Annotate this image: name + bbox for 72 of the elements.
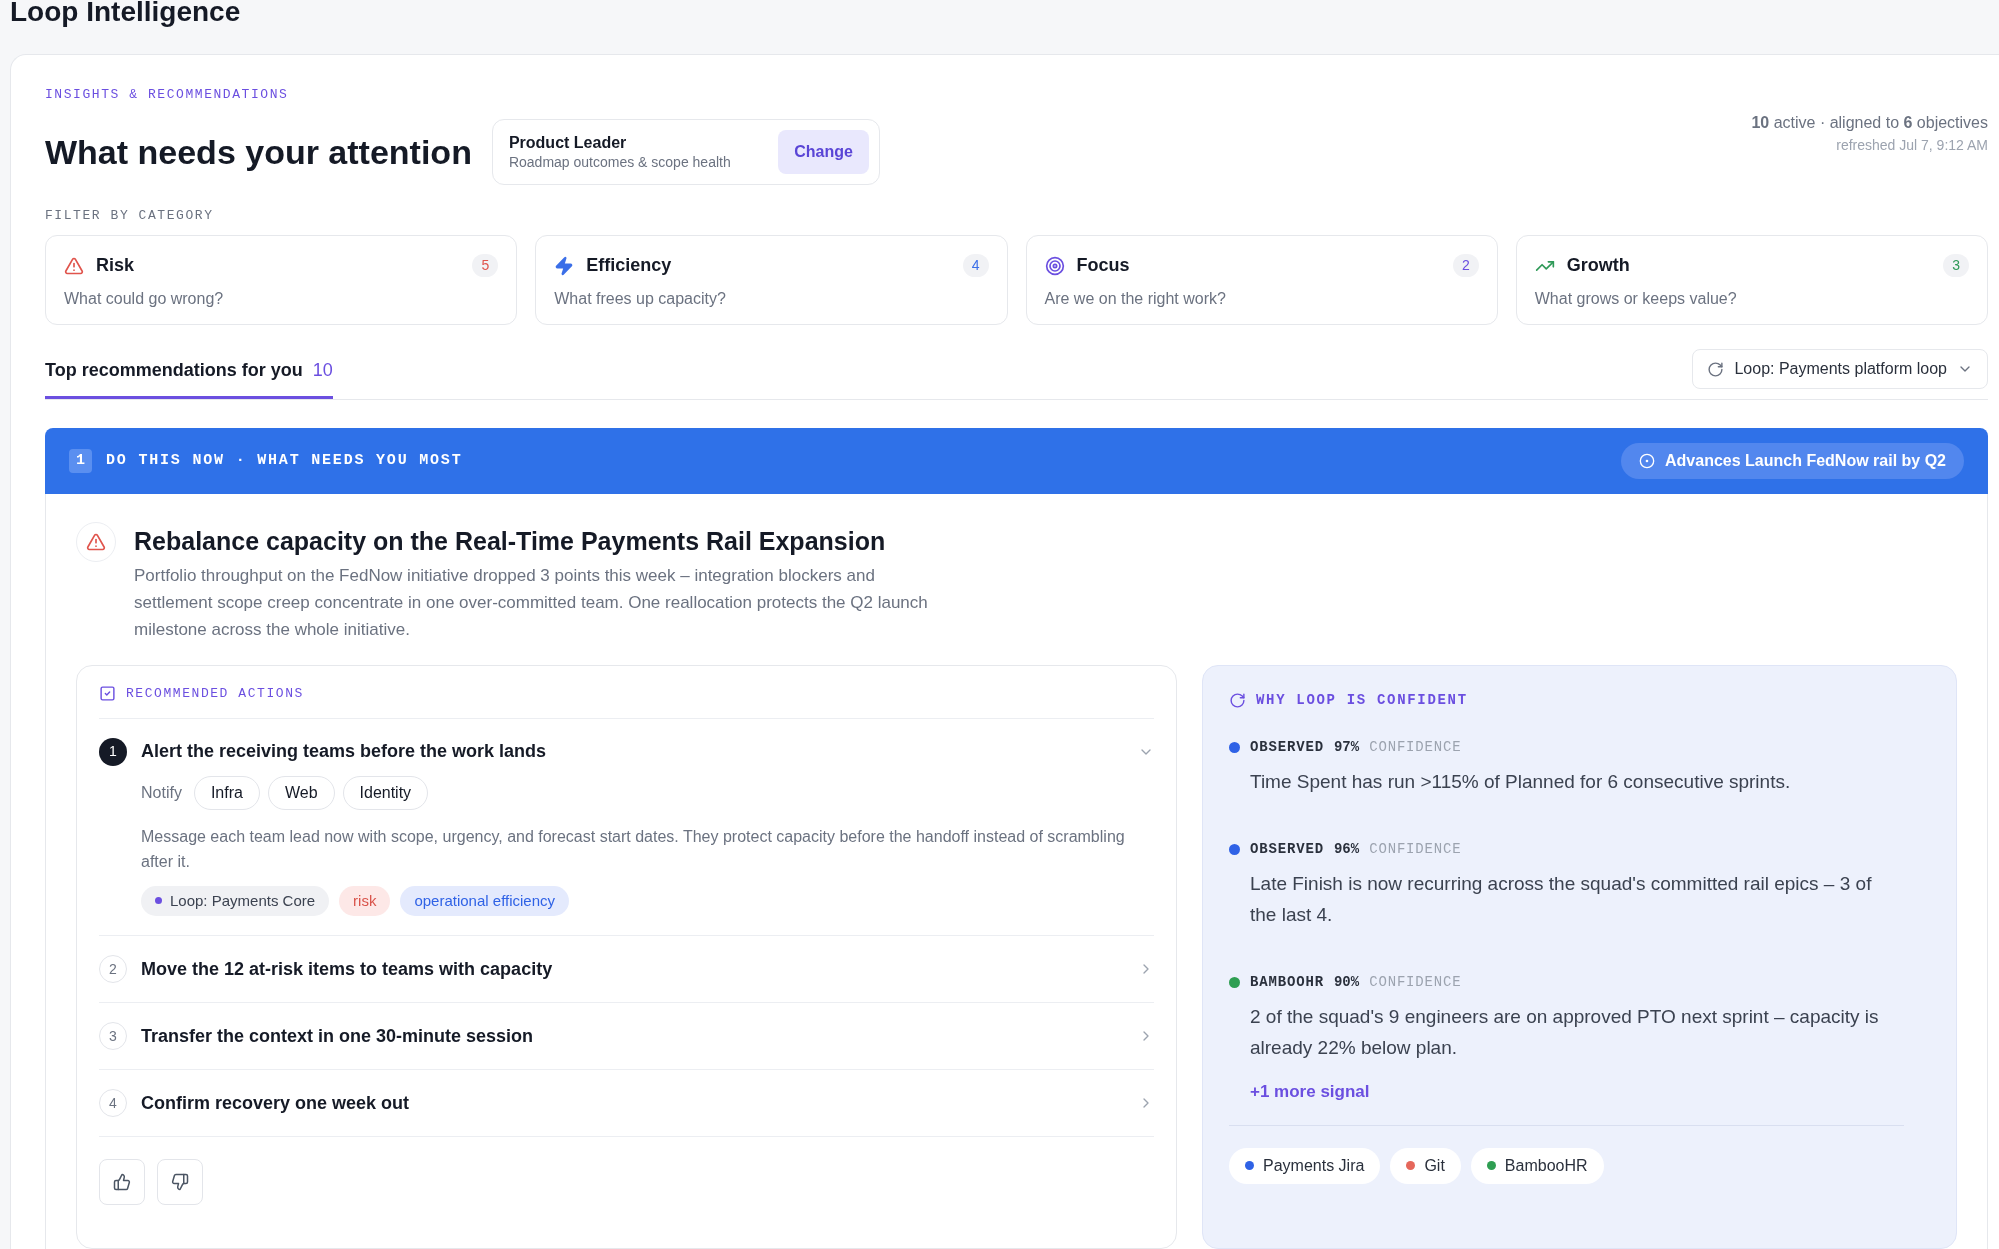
thumbs-down-icon [171, 1173, 189, 1191]
actions-heading: RECOMMENDED ACTIONS [126, 685, 304, 703]
signal-text: Late Finish is now recurring across the squad's committed rail epics – 3 of the last 4. [1249, 872, 1873, 927]
checkbox-icon [99, 685, 116, 703]
category-title: Focus [1076, 254, 1131, 277]
category-card[interactable]: Efficiency 4 What frees up capacity? [535, 235, 1008, 325]
action-title: Move the 12 at-risk items to teams with capacity [141, 957, 554, 981]
category-card[interactable]: Risk 5 What could go wrong? [45, 235, 518, 325]
tag: operational efficiency [400, 885, 570, 916]
refresh-icon [1707, 360, 1725, 378]
change-button[interactable]: Change [778, 130, 869, 174]
action-detail: Message each team lead now with scope, urgency, and forecast start dates. They protect capacity before the handoff instead of scrambling after it. [141, 826, 1126, 872]
more-signals-link[interactable]: +1 more signal [1229, 1079, 1930, 1105]
loop-dropdown[interactable]: Loop: Payments platform loop [1692, 349, 1988, 389]
category-card[interactable]: Growth 3 What grows or keeps value? [1515, 235, 1988, 325]
tag: Loop: Payments Core [141, 885, 330, 916]
thumbs-down-button[interactable] [157, 1159, 203, 1205]
signal-source: BAMBOOHR [1250, 973, 1324, 992]
signal-confidence: 90% [1333, 973, 1360, 992]
category-question: What could go wrong? [64, 289, 225, 309]
recommendation-description: Portfolio throughput on the FedNow initiative dropped 3 points this week – integration blockers and settlement scope creep concentrate in one over-committed team. One reallocation protects the Q2 launch milestone across the whole initiative. [134, 565, 929, 641]
category-title: Risk [96, 254, 136, 277]
confidence-heading: WHY LOOP IS CONFIDENT [1256, 691, 1468, 710]
action-row[interactable]: 4 Confirm recovery one week out [99, 1089, 1154, 1117]
confidence-label: CONFIDENCE [1369, 738, 1462, 757]
signal-confidence: 96% [1333, 840, 1360, 859]
thumbs-up-icon [113, 1173, 131, 1191]
action-row[interactable]: 1 Alert the receiving teams before the work lands [99, 737, 1154, 766]
banner-text: DO THIS NOW · WHAT NEEDS YOU MOST [106, 450, 464, 471]
signal-source: OBSERVED [1250, 738, 1324, 757]
signal-source: OBSERVED [1250, 840, 1324, 859]
thumbs-up-button[interactable] [99, 1159, 145, 1205]
filter-label: FILTER BY CATEGORY [45, 207, 215, 225]
count-badge: 5 [472, 254, 499, 277]
notify-label: Notify [141, 782, 182, 803]
circular-arrow-icon [1229, 692, 1246, 709]
source-chip: BambooHR [1470, 1147, 1604, 1184]
objective-pill: Advances Launch FedNow rail by Q2 [1621, 443, 1964, 479]
category-question: Are we on the right work? [1044, 289, 1227, 309]
category-card[interactable]: Focus 2 Are we on the right work? [1025, 235, 1498, 325]
persona-description: Roadmap outcomes & scope health [508, 153, 732, 171]
category-title: Efficiency [586, 254, 673, 277]
persona-name: Product Leader [508, 133, 628, 153]
page-heading: What needs your attention [45, 132, 472, 172]
action-title: Transfer the context in one 30-minute session [141, 1024, 535, 1048]
count-badge: 2 [1452, 254, 1479, 277]
target-icon [1639, 453, 1656, 469]
recommendation-title: Rebalance capacity on the Real-Time Payments Rail Expansion [134, 526, 887, 557]
signal-text: Time Spent has run >115% of Planned for 6 consecutive sprints. [1249, 770, 1792, 794]
signal-confidence: 97% [1333, 738, 1360, 757]
section-eyebrow: INSIGHTS & RECOMMENDATIONS [45, 86, 290, 104]
confidence-label: CONFIDENCE [1369, 840, 1462, 859]
action-row[interactable]: 2 Move the 12 at-risk items to teams with capacity [99, 955, 1154, 983]
source-chip: Git [1390, 1147, 1461, 1184]
category-question: What frees up capacity? [554, 289, 727, 309]
source-chip: Payments Jira [1229, 1147, 1381, 1184]
action-title: Alert the receiving teams before the work lands [141, 740, 548, 763]
tag: risk [339, 885, 391, 916]
count-badge: 4 [962, 254, 989, 277]
category-question: What grows or keeps value? [1534, 289, 1738, 309]
refreshed-time: refreshed Jul 7, 9:12 AM [1836, 136, 1988, 155]
tab[interactable]: Top recommendations for you 10 [45, 357, 333, 399]
signal-text: 2 of the squad's 9 engineers are on approved PTO next sprint – capacity is already 22% below plan. [1249, 1005, 1880, 1060]
confidence-label: CONFIDENCE [1369, 973, 1462, 992]
step-number: 1 [99, 737, 127, 766]
summary-text: 10 active · aligned to 6 objectives [1751, 113, 1988, 133]
action-title: Confirm recovery one week out [141, 1091, 411, 1115]
rank-badge: 1 [69, 448, 92, 474]
app-title: Loop Intelligence [9, 0, 242, 29]
action-row[interactable]: 3 Transfer the context in one 30-minute session [99, 1022, 1154, 1050]
category-title: Growth [1566, 254, 1631, 277]
count-badge: 3 [1943, 254, 1969, 277]
